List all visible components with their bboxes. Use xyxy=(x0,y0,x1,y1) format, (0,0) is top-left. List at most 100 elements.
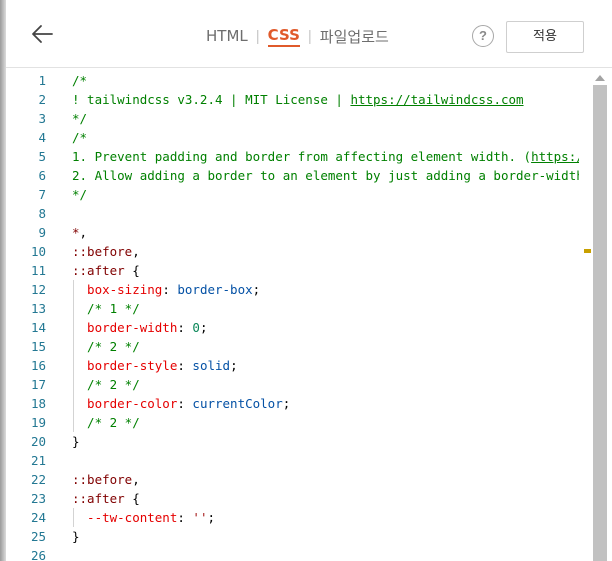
line-number: 3 xyxy=(38,111,46,126)
code-line[interactable]: 8 xyxy=(6,204,579,223)
code-line[interactable]: 23::after { xyxy=(6,489,579,508)
back-button[interactable] xyxy=(26,18,58,50)
code-token: border-width xyxy=(72,320,178,335)
code-text: /* xyxy=(72,71,87,90)
line-number: 20 xyxy=(30,434,46,449)
code-token: */ xyxy=(72,111,88,126)
tab-html[interactable]: HTML xyxy=(206,27,248,45)
line-number: 19 xyxy=(30,415,46,430)
code-token: ::before xyxy=(72,472,133,487)
code-text: */ xyxy=(72,185,87,204)
line-number: 5 xyxy=(38,149,46,164)
code-line[interactable]: 19 /* 2 */ xyxy=(6,413,579,432)
help-icon: ? xyxy=(479,28,487,43)
code-token: * xyxy=(72,225,80,240)
chevron-up-icon xyxy=(595,75,605,81)
code-line[interactable]: 11::after { xyxy=(6,261,579,280)
code-token: { xyxy=(124,491,140,506)
code-text: 1. Prevent padding and border from affec… xyxy=(72,147,579,166)
code-token[interactable]: https://tailwindcss.com xyxy=(350,92,523,107)
editor-header: HTML | CSS | 파일업로드 ? 적용 xyxy=(6,0,612,68)
code-text: ! tailwindcss v3.2.4 | MIT License | htt… xyxy=(72,90,524,109)
line-number: 16 xyxy=(30,358,46,373)
code-text: /* 2 */ xyxy=(72,337,140,356)
code-text: box-sizing: border-box; xyxy=(72,280,260,299)
code-line[interactable]: 15 /* 2 */ xyxy=(6,337,579,356)
code-text: *, xyxy=(72,223,87,242)
line-number: 22 xyxy=(30,472,46,487)
code-text: ::before, xyxy=(72,470,140,489)
code-line[interactable]: 17 /* 2 */ xyxy=(6,375,579,394)
code-token: : xyxy=(177,510,193,525)
code-line[interactable]: 20} xyxy=(6,432,579,451)
code-line[interactable]: 6 2. Allow adding a border to an element … xyxy=(6,166,579,185)
code-token: */ xyxy=(72,187,88,202)
code-token: ::before xyxy=(72,244,133,259)
line-number: 7 xyxy=(38,187,46,202)
code-text: /* 2 */ xyxy=(72,413,140,432)
code-token: ; xyxy=(207,510,216,525)
scroll-up-button[interactable] xyxy=(593,72,607,84)
code-text: ::after { xyxy=(72,489,140,508)
code-line[interactable]: 13 /* 1 */ xyxy=(6,299,579,318)
code-line[interactable]: 5 1. Prevent padding and border from affe… xyxy=(6,147,579,166)
tab-file-upload[interactable]: 파일업로드 xyxy=(320,26,389,47)
line-number: 21 xyxy=(30,453,46,468)
code-line[interactable]: 25} xyxy=(6,527,579,546)
code-text: border-style: solid; xyxy=(72,356,238,375)
code-line[interactable]: 3 */ xyxy=(6,109,579,128)
code-line[interactable]: 24 --tw-content: ''; xyxy=(6,508,579,527)
code-text: */ xyxy=(72,109,87,128)
code-line[interactable]: 21 xyxy=(6,451,579,470)
tab-css[interactable]: CSS xyxy=(267,26,300,47)
code-line[interactable]: 16 border-style: solid; xyxy=(6,356,579,375)
code-text: /* 2 */ xyxy=(72,375,140,394)
code-token: } xyxy=(72,434,80,449)
code-token: : xyxy=(177,396,193,411)
code-token: border-box xyxy=(177,282,253,297)
code-token: ::after xyxy=(72,263,125,278)
code-line[interactable]: 22::before, xyxy=(6,470,579,489)
code-text: } xyxy=(72,432,80,451)
code-line[interactable]: 14 border-width: 0; xyxy=(6,318,579,337)
code-line[interactable]: 12 box-sizing: border-box; xyxy=(6,280,579,299)
code-token: box-sizing xyxy=(72,282,163,297)
code-line[interactable]: 4 /* xyxy=(6,128,579,147)
line-number: 15 xyxy=(30,339,46,354)
code-editor[interactable]: 1 /* 2 ! tailwindcss v3.2.4 | MIT License |… xyxy=(6,68,579,561)
line-number: 9 xyxy=(38,225,46,240)
code-line[interactable]: 2 ! tailwindcss v3.2.4 | MIT License | ht… xyxy=(6,90,579,109)
code-token[interactable]: https:/ xyxy=(531,149,579,164)
code-line[interactable]: 1 /* xyxy=(6,71,579,90)
tab-separator: | xyxy=(307,27,312,45)
code-token: : xyxy=(177,320,193,335)
line-number: 17 xyxy=(30,377,46,392)
line-number: 4 xyxy=(38,130,46,145)
code-line[interactable]: 7 */ xyxy=(6,185,579,204)
code-token: '' xyxy=(192,510,208,525)
code-text: 2. Allow adding a border to an element b… xyxy=(72,166,579,185)
line-number: 26 xyxy=(30,548,46,561)
code-token: , xyxy=(79,225,88,240)
code-token: , xyxy=(132,472,140,487)
code-token: 1. Prevent padding and border from affec… xyxy=(72,149,532,164)
code-line[interactable]: 26 xyxy=(6,546,579,561)
help-button[interactable]: ? xyxy=(472,25,494,47)
code-token: , xyxy=(132,244,140,259)
code-token: : xyxy=(162,282,178,297)
line-number: 18 xyxy=(30,396,46,411)
code-token: /* 1 */ xyxy=(72,301,140,316)
code-line[interactable]: 9 *, xyxy=(6,223,579,242)
code-token: ::after xyxy=(72,491,125,506)
code-line[interactable]: 10::before, xyxy=(6,242,579,261)
line-number: 2 xyxy=(38,92,46,107)
code-line[interactable]: 18 border-color: currentColor; xyxy=(6,394,579,413)
line-number: 13 xyxy=(30,301,46,316)
scrollbar-thumb[interactable] xyxy=(593,85,607,561)
code-token: /* 2 */ xyxy=(72,377,140,392)
code-text: ::after { xyxy=(72,261,140,280)
code-token: : xyxy=(177,358,193,373)
code-token: /* 2 */ xyxy=(72,339,140,354)
apply-button[interactable]: 적용 xyxy=(506,21,584,53)
code-token: ; xyxy=(199,320,208,335)
